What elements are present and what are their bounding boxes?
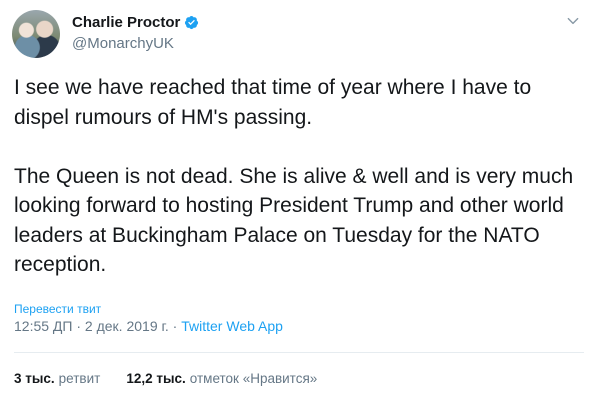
- retweets-label: ретвит: [58, 371, 101, 386]
- likes-label: отметок «Нравится»: [189, 371, 318, 386]
- tweet-source-app[interactable]: Twitter Web App: [181, 318, 283, 334]
- likes-count: 12,2 тыс.: [126, 371, 186, 386]
- tweet-metadata: 12:55 ДП · 2 дек. 2019 г. · Twitter Web …: [14, 318, 283, 334]
- tweet-date[interactable]: 2 дек. 2019 г.: [85, 318, 169, 334]
- meta-separator: ·: [72, 318, 85, 334]
- author-name[interactable]: Charlie Proctor: [72, 14, 180, 31]
- retweets-stat[interactable]: 3 тыс. ретвит: [14, 371, 100, 386]
- avatar[interactable]: [12, 10, 60, 58]
- meta-separator: ·: [168, 318, 182, 334]
- retweets-count: 3 тыс.: [14, 371, 55, 386]
- chevron-down-icon[interactable]: [566, 14, 580, 28]
- tweet-text: I see we have reached that time of year …: [14, 76, 574, 276]
- verified-badge-icon: [185, 15, 199, 30]
- author-handle[interactable]: @MonarchyUK: [72, 35, 174, 52]
- divider: [14, 352, 584, 353]
- likes-stat[interactable]: 12,2 тыс. отметок «Нравится»: [126, 371, 317, 386]
- tweet-time[interactable]: 12:55 ДП: [14, 318, 72, 334]
- translate-tweet-link[interactable]: Перевести твит: [14, 302, 101, 316]
- author-name-row: Charlie Proctor: [72, 14, 199, 31]
- tweet-stats: 3 тыс. ретвит 12,2 тыс. отметок «Нравитс…: [14, 371, 343, 386]
